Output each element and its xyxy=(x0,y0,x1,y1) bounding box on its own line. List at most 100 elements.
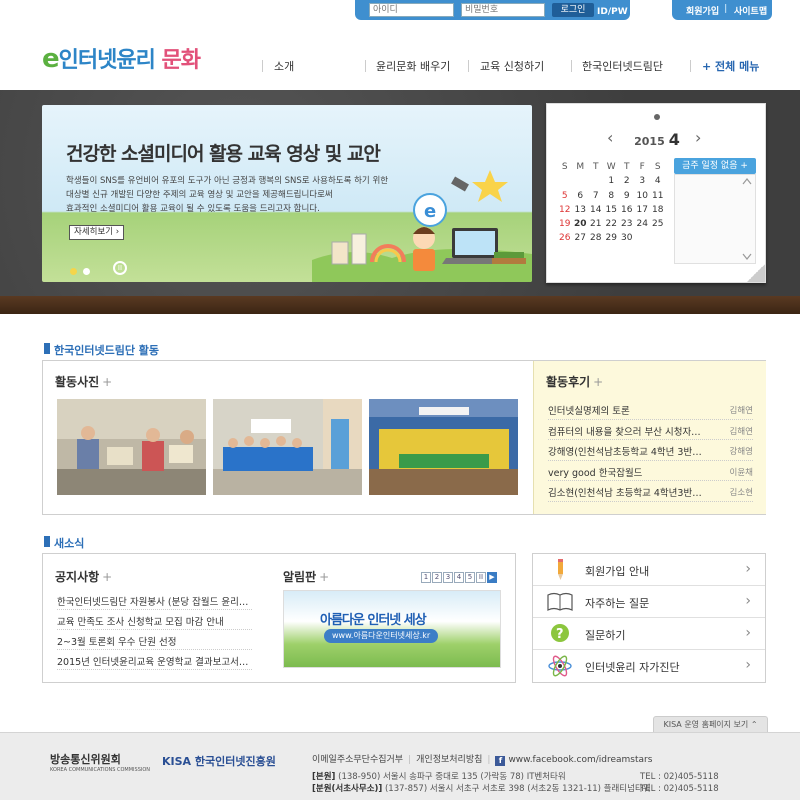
more-plus-icon[interactable]: + xyxy=(102,375,112,389)
activity-photo-title[interactable]: 활동사진 + xyxy=(55,373,112,390)
nav-divider xyxy=(468,60,469,72)
list-item[interactable]: 컴퓨터의 내용을 찾으러 부산 시청자… 김해연 xyxy=(548,420,753,440)
nav-apply[interactable]: 교육 신청하기 xyxy=(480,58,544,74)
kisa-site-toggle[interactable]: KISA 운영 홈페이지 보기 ⌃ xyxy=(653,716,768,732)
quick-link-join-guide[interactable]: 회원가입 안내 › xyxy=(533,554,765,586)
calendar-day[interactable]: 25 xyxy=(650,219,666,229)
calendar-day[interactable]: 19 xyxy=(557,219,573,229)
list-item[interactable]: 김소현(인천석남 초등학교 4학년3반… 김소현 xyxy=(548,481,753,502)
no-email-collection-link[interactable]: 이메일주소무단수집거부 xyxy=(312,755,403,765)
calendar-day-today[interactable]: 20 xyxy=(573,219,589,229)
calendar-day[interactable]: 3 xyxy=(635,176,651,186)
calendar-day[interactable]: 12 xyxy=(557,205,573,215)
facebook-link[interactable]: www.facebook.com/idreamstars xyxy=(508,755,652,765)
banner-more-button[interactable]: 자세히보기 › xyxy=(69,225,125,240)
notice-item-title[interactable]: 한국인터넷드림단 자원봉사 (분당 잡월드 윤리… xyxy=(57,594,252,608)
review-item-title[interactable]: 강해영(인천석남초등학교 4학년 3반… xyxy=(548,444,713,458)
main-banner[interactable]: 건강한 소셜미디어 활용 교육 영상 및 교안 학생들이 SNS를 유언비어 유… xyxy=(42,105,532,282)
calendar-day[interactable]: 14 xyxy=(588,205,604,215)
notice-item-title[interactable]: 교육 만족도 조사 신청학교 모집 마감 안내 xyxy=(57,614,252,628)
review-item-title[interactable]: 김소현(인천석남 초등학교 4학년3반… xyxy=(548,485,713,499)
calendar-day[interactable]: 10 xyxy=(635,191,651,201)
kisa-logo[interactable]: KISA 한국인터넷진흥원 xyxy=(162,753,276,769)
pager-page[interactable]: 1 xyxy=(421,572,431,583)
all-menu-button[interactable]: + 전체 메뉴 xyxy=(702,58,759,74)
calendar-day[interactable]: 11 xyxy=(650,191,666,201)
banner-pause-button[interactable]: II xyxy=(113,261,127,275)
notice-title[interactable]: 공지사항 + xyxy=(55,568,112,585)
calendar-day[interactable]: 28 xyxy=(588,233,604,243)
calendar-day[interactable]: 24 xyxy=(635,219,651,229)
activity-review-title[interactable]: 활동후기 + xyxy=(546,373,603,390)
nav-about[interactable]: 소개 xyxy=(274,58,294,74)
join-link[interactable]: 회원가입 xyxy=(686,4,719,17)
list-item[interactable]: very good 한국잡월드 이윤채 xyxy=(548,461,753,481)
password-input[interactable] xyxy=(461,3,545,17)
nav-learn[interactable]: 윤리문화 배우기 xyxy=(376,58,450,74)
sitemap-link[interactable]: 사이트맵 xyxy=(734,4,767,17)
site-logo[interactable]: e인터넷윤리 문화 xyxy=(42,42,201,74)
calendar-day[interactable]: 13 xyxy=(573,205,589,215)
footer-address: [본원] (138-950) 서울시 송파구 중대로 135 (가락동 78) … xyxy=(312,771,651,795)
board-title[interactable]: 알림판 + xyxy=(283,568,329,585)
more-plus-icon[interactable]: + xyxy=(102,570,112,584)
calendar-day[interactable]: 23 xyxy=(619,219,635,229)
calendar-day[interactable]: 6 xyxy=(573,191,589,201)
notice-item-title[interactable]: 2~3월 토론회 우수 단원 선정 xyxy=(57,634,252,648)
calendar-day[interactable]: 1 xyxy=(604,176,620,186)
calendar-day[interactable]: 16 xyxy=(619,205,635,215)
calendar-day[interactable]: 27 xyxy=(573,233,589,243)
nav-dreamteam[interactable]: 한국인터넷드림단 xyxy=(582,58,663,74)
calendar-next-button[interactable]: › xyxy=(695,128,701,147)
pager-page[interactable]: 2 xyxy=(432,572,442,583)
review-item-title[interactable]: 컴퓨터의 내용을 찾으러 부산 시청자… xyxy=(548,424,713,438)
util-divider: | xyxy=(724,4,728,14)
pager-page[interactable]: 3 xyxy=(443,572,453,583)
calendar-day[interactable]: 2 xyxy=(619,176,635,186)
calendar-day[interactable]: 7 xyxy=(588,191,604,201)
more-plus-icon[interactable]: + xyxy=(319,570,329,584)
notice-item-title[interactable]: 2015년 인터넷윤리교육 운영학교 결과보고서… xyxy=(57,654,252,668)
review-item-title[interactable]: very good 한국잡월드 xyxy=(548,465,713,479)
find-id-pw-link[interactable]: ID/PW 찾기 xyxy=(597,4,647,17)
schedule-scrollbar[interactable] xyxy=(742,178,752,260)
calendar-day[interactable]: 15 xyxy=(604,205,620,215)
activity-photo-2[interactable] xyxy=(213,399,362,495)
list-item[interactable]: 2~3월 토론회 우수 단원 선정 xyxy=(57,630,252,650)
pager-play-button[interactable]: ▶ xyxy=(487,572,497,583)
more-plus-icon[interactable]: + xyxy=(593,375,603,389)
banner-dot-1[interactable] xyxy=(70,268,77,275)
board-banner[interactable]: 아름다운 인터넷 세상 www.아름다운인터넷세상.kr xyxy=(283,590,501,668)
pager-page[interactable]: 5 xyxy=(465,572,475,583)
calendar-day[interactable]: 5 xyxy=(557,191,573,201)
calendar-day[interactable]: 4 xyxy=(650,176,666,186)
activity-photo-3[interactable] xyxy=(369,399,518,495)
activity-photo-1[interactable] xyxy=(57,399,206,495)
calendar-day[interactable]: 26 xyxy=(557,233,573,243)
calendar-day[interactable]: 29 xyxy=(604,233,620,243)
quick-link-faq[interactable]: 자주하는 질문 › xyxy=(533,586,765,618)
list-item[interactable]: 강해영(인천석남초등학교 4학년 3반… 강해영 xyxy=(548,440,753,461)
calendar-day[interactable]: 17 xyxy=(635,205,651,215)
calendar-day[interactable]: 22 xyxy=(604,219,620,229)
id-input[interactable] xyxy=(369,3,454,17)
list-item[interactable]: 교육 만족도 조사 신청학교 모집 마감 안내 xyxy=(57,610,252,630)
calendar-day[interactable]: 9 xyxy=(619,191,635,201)
privacy-policy-link[interactable]: 개인정보처리방침 xyxy=(416,755,482,765)
list-item[interactable]: 인터넷실명제의 토론 김해연 xyxy=(548,399,753,420)
review-item-title[interactable]: 인터넷실명제의 토론 xyxy=(548,403,713,417)
pager-page[interactable]: 4 xyxy=(454,572,464,583)
calendar-day[interactable]: 30 xyxy=(619,233,635,243)
calendar-day[interactable]: 21 xyxy=(588,219,604,229)
list-item[interactable]: 2015년 인터넷윤리교육 운영학교 결과보고서… xyxy=(57,650,252,670)
calendar-day[interactable]: 8 xyxy=(604,191,620,201)
login-button[interactable]: 로그인 xyxy=(552,3,594,17)
pager-pause-button[interactable]: II xyxy=(476,572,486,583)
list-item[interactable]: 한국인터넷드림단 자원봉사 (분당 잡월드 윤리… xyxy=(57,590,252,610)
weekly-schedule-tab[interactable]: 금주 일정 없음 + xyxy=(674,158,756,174)
quick-link-self-check[interactable]: 인터넷윤리 자가진단 › xyxy=(533,650,765,682)
calendar-day[interactable]: 18 xyxy=(650,205,666,215)
kcc-logo[interactable]: 방송통신위원회 KOREA COMMUNICATIONS COMMISSION xyxy=(50,751,150,773)
quick-link-ask[interactable]: ? 질문하기 › xyxy=(533,618,765,650)
banner-dot-2[interactable] xyxy=(83,268,90,275)
